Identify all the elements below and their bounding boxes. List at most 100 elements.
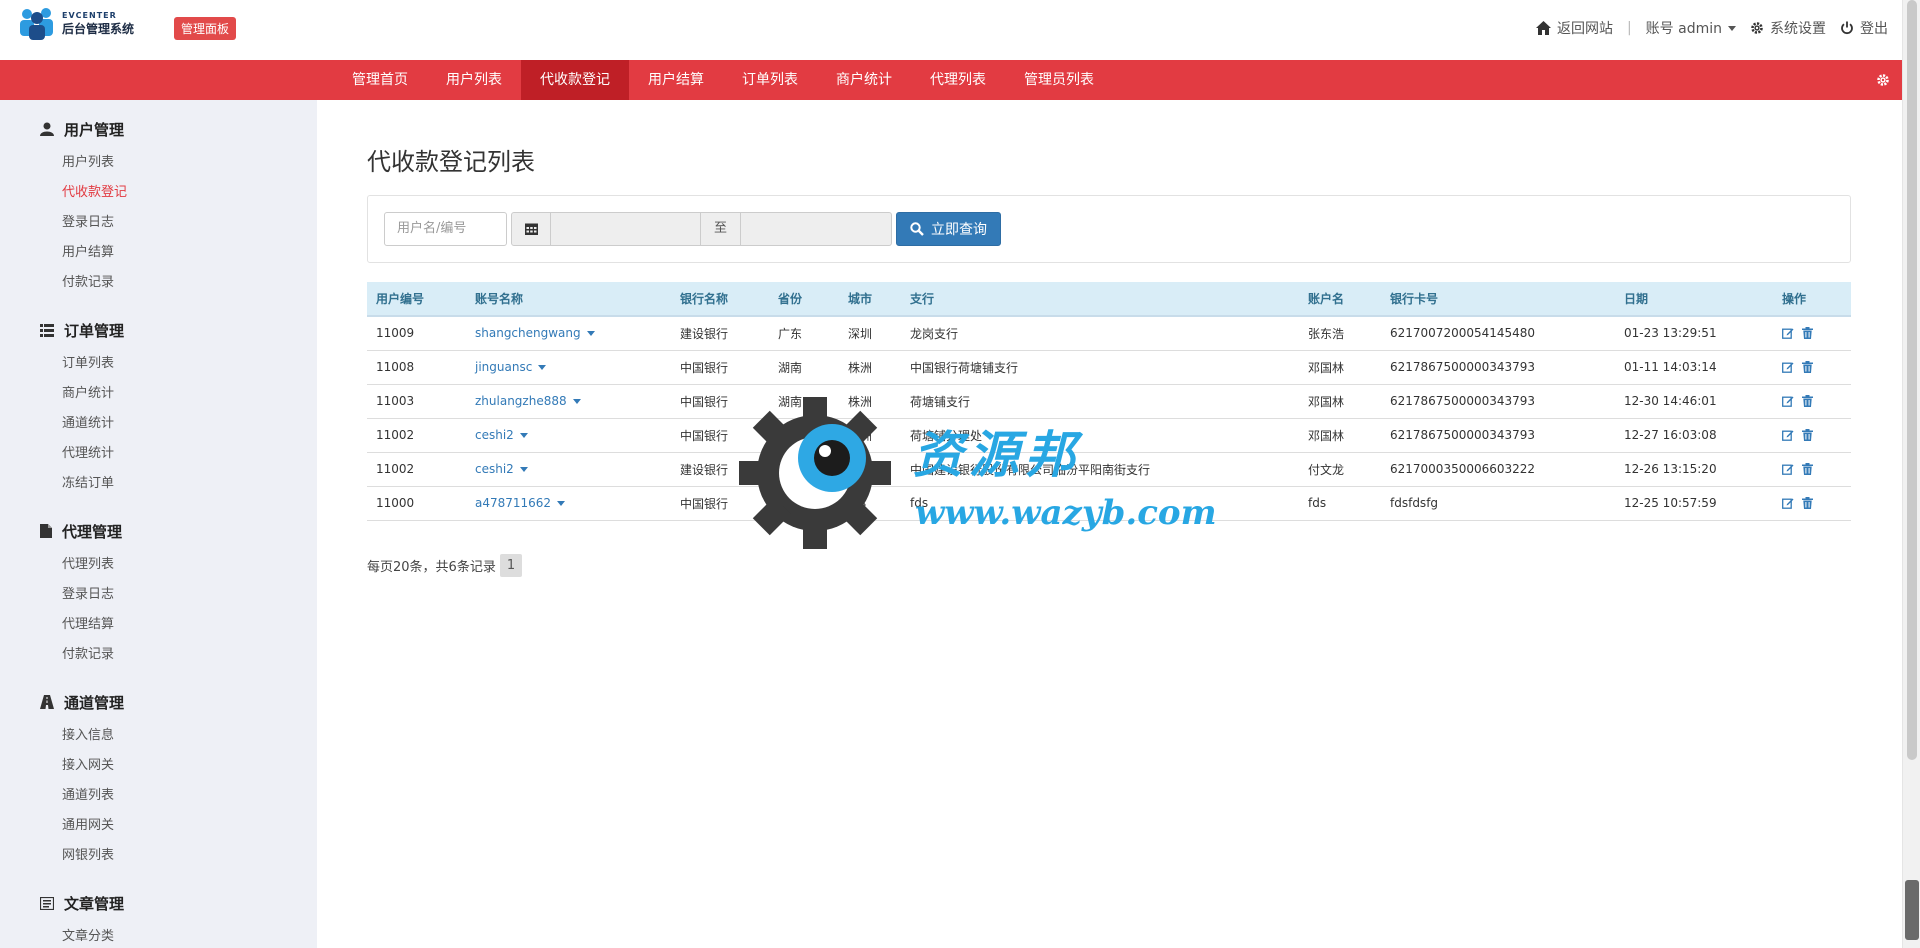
table-row: 11008 jinguansc 中国银行 湖南 株洲 中国银行荷塘铺支行 邓国林 621786… [367, 350, 1851, 385]
page-number-button[interactable]: 1 [499, 554, 523, 577]
row-actions [1773, 418, 1851, 453]
table-cell: 11000 [367, 486, 466, 521]
nav-item-user-list[interactable]: 用户列表 [427, 60, 521, 100]
account-name-dropdown[interactable]: a478711662 [466, 486, 671, 521]
nav-item-user-settlement[interactable]: 用户结算 [629, 60, 723, 100]
table-cell: 01-23 13:29:51 [1615, 316, 1773, 351]
sidebar-item-login-log[interactable]: 登录日志 [62, 208, 127, 238]
scrollbar-thumb[interactable] [1907, 0, 1917, 760]
column-header[interactable]: 日期 [1615, 282, 1773, 317]
column-header[interactable]: 操作 [1773, 282, 1851, 317]
table-cell: 12-25 10:57:59 [1615, 486, 1773, 521]
table-cell: fdsfdsfg [1381, 486, 1615, 521]
edit-icon[interactable] [1782, 395, 1794, 407]
nav-item-merchant-stats[interactable]: 商户统计 [817, 60, 911, 100]
nav-item-admin-list[interactable]: 管理员列表 [1005, 60, 1113, 100]
column-header[interactable]: 账户名 [1299, 282, 1381, 317]
column-header[interactable]: 用户编号 [367, 282, 466, 317]
nav-item-agent-list[interactable]: 代理列表 [911, 60, 1005, 100]
column-header[interactable]: 城市 [839, 282, 901, 317]
account-name-dropdown[interactable]: zhulangzhe888 [466, 384, 671, 419]
logo[interactable]: EVCENTER 后台管理系统 [18, 6, 134, 40]
table-cell: 中国银行 [671, 486, 769, 521]
sidebar-item-payment-record[interactable]: 付款记录 [62, 268, 127, 298]
sidebar-group-channels: 通道管理 接入信息 接入网关 通道列表 通用网关 网银列表 [0, 691, 124, 871]
sidebar-item-agent-payment-record[interactable]: 付款记录 [62, 640, 122, 670]
table-cell: 6217007200054145480 [1381, 316, 1615, 351]
column-header[interactable]: 省份 [769, 282, 839, 317]
end-date-input[interactable] [740, 212, 892, 246]
trash-icon[interactable] [1802, 361, 1813, 373]
trash-icon[interactable] [1802, 497, 1813, 509]
account-name-dropdown[interactable]: ceshi2 [466, 418, 671, 453]
table-cell: 株洲 [839, 418, 901, 453]
sidebar-item-channel-stats[interactable]: 通道统计 [62, 409, 124, 439]
table-header-row: 用户编号 账号名称 银行名称 省份 城市 支行 账户名 银行卡号 日期 操作 [367, 282, 1851, 317]
road-icon [40, 695, 54, 709]
trash-icon[interactable] [1802, 395, 1813, 407]
nav-item-order-list[interactable]: 订单列表 [723, 60, 817, 100]
sidebar-item-user-list[interactable]: 用户列表 [62, 148, 127, 178]
table-cell: 株洲 [839, 350, 901, 385]
page-scrollbar[interactable] [1902, 0, 1920, 948]
sidebar-group-title: 订单管理 [40, 319, 124, 341]
top-header: EVCENTER 后台管理系统 管理面板 返回网站 | 账号 admin 系统设… [0, 0, 1902, 60]
sidebar-item-agent-stats[interactable]: 代理统计 [62, 439, 124, 469]
nav-settings-gear-icon[interactable] [1876, 72, 1890, 91]
nav-item-collection-register[interactable]: 代收款登记 [521, 60, 629, 100]
date-range-separator: 至 [700, 212, 741, 246]
floating-widget[interactable] [1905, 880, 1919, 940]
account-dropdown[interactable]: 账号 admin [1646, 18, 1736, 38]
edit-icon[interactable] [1782, 463, 1794, 475]
sidebar: 用户管理 用户列表 代收款登记 登录日志 用户结算 付款记录 订单管理 订单列表… [0, 100, 317, 948]
file-icon [40, 524, 52, 538]
search-button[interactable]: 立即查询 [896, 212, 1001, 246]
column-header[interactable]: 银行卡号 [1381, 282, 1615, 317]
caret-down-icon [586, 331, 595, 337]
logout-link[interactable]: 登出 [1840, 18, 1888, 38]
sidebar-item-user-settlement[interactable]: 用户结算 [62, 238, 127, 268]
pagination: 每页20条，共6条记录 1 [367, 554, 523, 577]
trash-icon[interactable] [1802, 429, 1813, 441]
nav-item-home[interactable]: 管理首页 [333, 60, 427, 100]
start-date-input[interactable] [550, 212, 701, 246]
back-site-link[interactable]: 返回网站 [1535, 18, 1613, 38]
sidebar-item-channel-list[interactable]: 通道列表 [62, 781, 124, 811]
edit-icon[interactable] [1782, 429, 1794, 441]
panel-badge: 管理面板 [174, 17, 237, 40]
column-header[interactable]: 账号名称 [466, 282, 671, 317]
sidebar-item-agent-list[interactable]: 代理列表 [62, 550, 122, 580]
table-cell: 湖南 [769, 418, 839, 453]
account-name-dropdown[interactable]: jinguansc [466, 350, 671, 385]
sidebar-group-title: 用户管理 [40, 118, 127, 140]
sidebar-group-agents: 代理管理 代理列表 登录日志 代理结算 付款记录 [0, 520, 122, 670]
table-cell: fds [1299, 486, 1381, 521]
column-header[interactable]: 银行名称 [671, 282, 769, 317]
column-header[interactable]: 支行 [901, 282, 1299, 317]
sidebar-item-general-gateway[interactable]: 通用网关 [62, 811, 124, 841]
edit-icon[interactable] [1782, 327, 1794, 340]
trash-icon[interactable] [1802, 463, 1813, 475]
sidebar-item-agent-login-log[interactable]: 登录日志 [62, 580, 122, 610]
edit-icon[interactable] [1782, 497, 1794, 509]
edit-icon[interactable] [1782, 361, 1794, 373]
sidebar-item-ebank-list[interactable]: 网银列表 [62, 841, 124, 871]
settings-link[interactable]: 系统设置 [1750, 18, 1826, 38]
sidebar-item-article-category[interactable]: 文章分类 [62, 922, 124, 948]
search-button-label: 立即查询 [931, 222, 987, 238]
sidebar-item-frozen-orders[interactable]: 冻结订单 [62, 469, 124, 499]
sidebar-item-order-list[interactable]: 订单列表 [62, 349, 124, 379]
sidebar-item-access-info[interactable]: 接入信息 [62, 721, 124, 751]
table-cell: 11002 [367, 418, 466, 453]
calendar-icon [524, 223, 538, 235]
trash-icon[interactable] [1802, 327, 1813, 340]
sidebar-item-access-gateway[interactable]: 接入网关 [62, 751, 124, 781]
account-name-dropdown[interactable]: ceshi2 [466, 452, 671, 487]
calendar-addon [511, 212, 551, 246]
user-search-input[interactable]: 用户名/编号 [384, 212, 507, 246]
account-name-dropdown[interactable]: shangchengwang [466, 316, 671, 351]
sidebar-item-agent-settlement[interactable]: 代理结算 [62, 610, 122, 640]
sidebar-item-collection-register[interactable]: 代收款登记 [62, 178, 127, 208]
account-name-text: zhulangzhe888 [475, 394, 567, 408]
sidebar-item-merchant-stats[interactable]: 商户统计 [62, 379, 124, 409]
